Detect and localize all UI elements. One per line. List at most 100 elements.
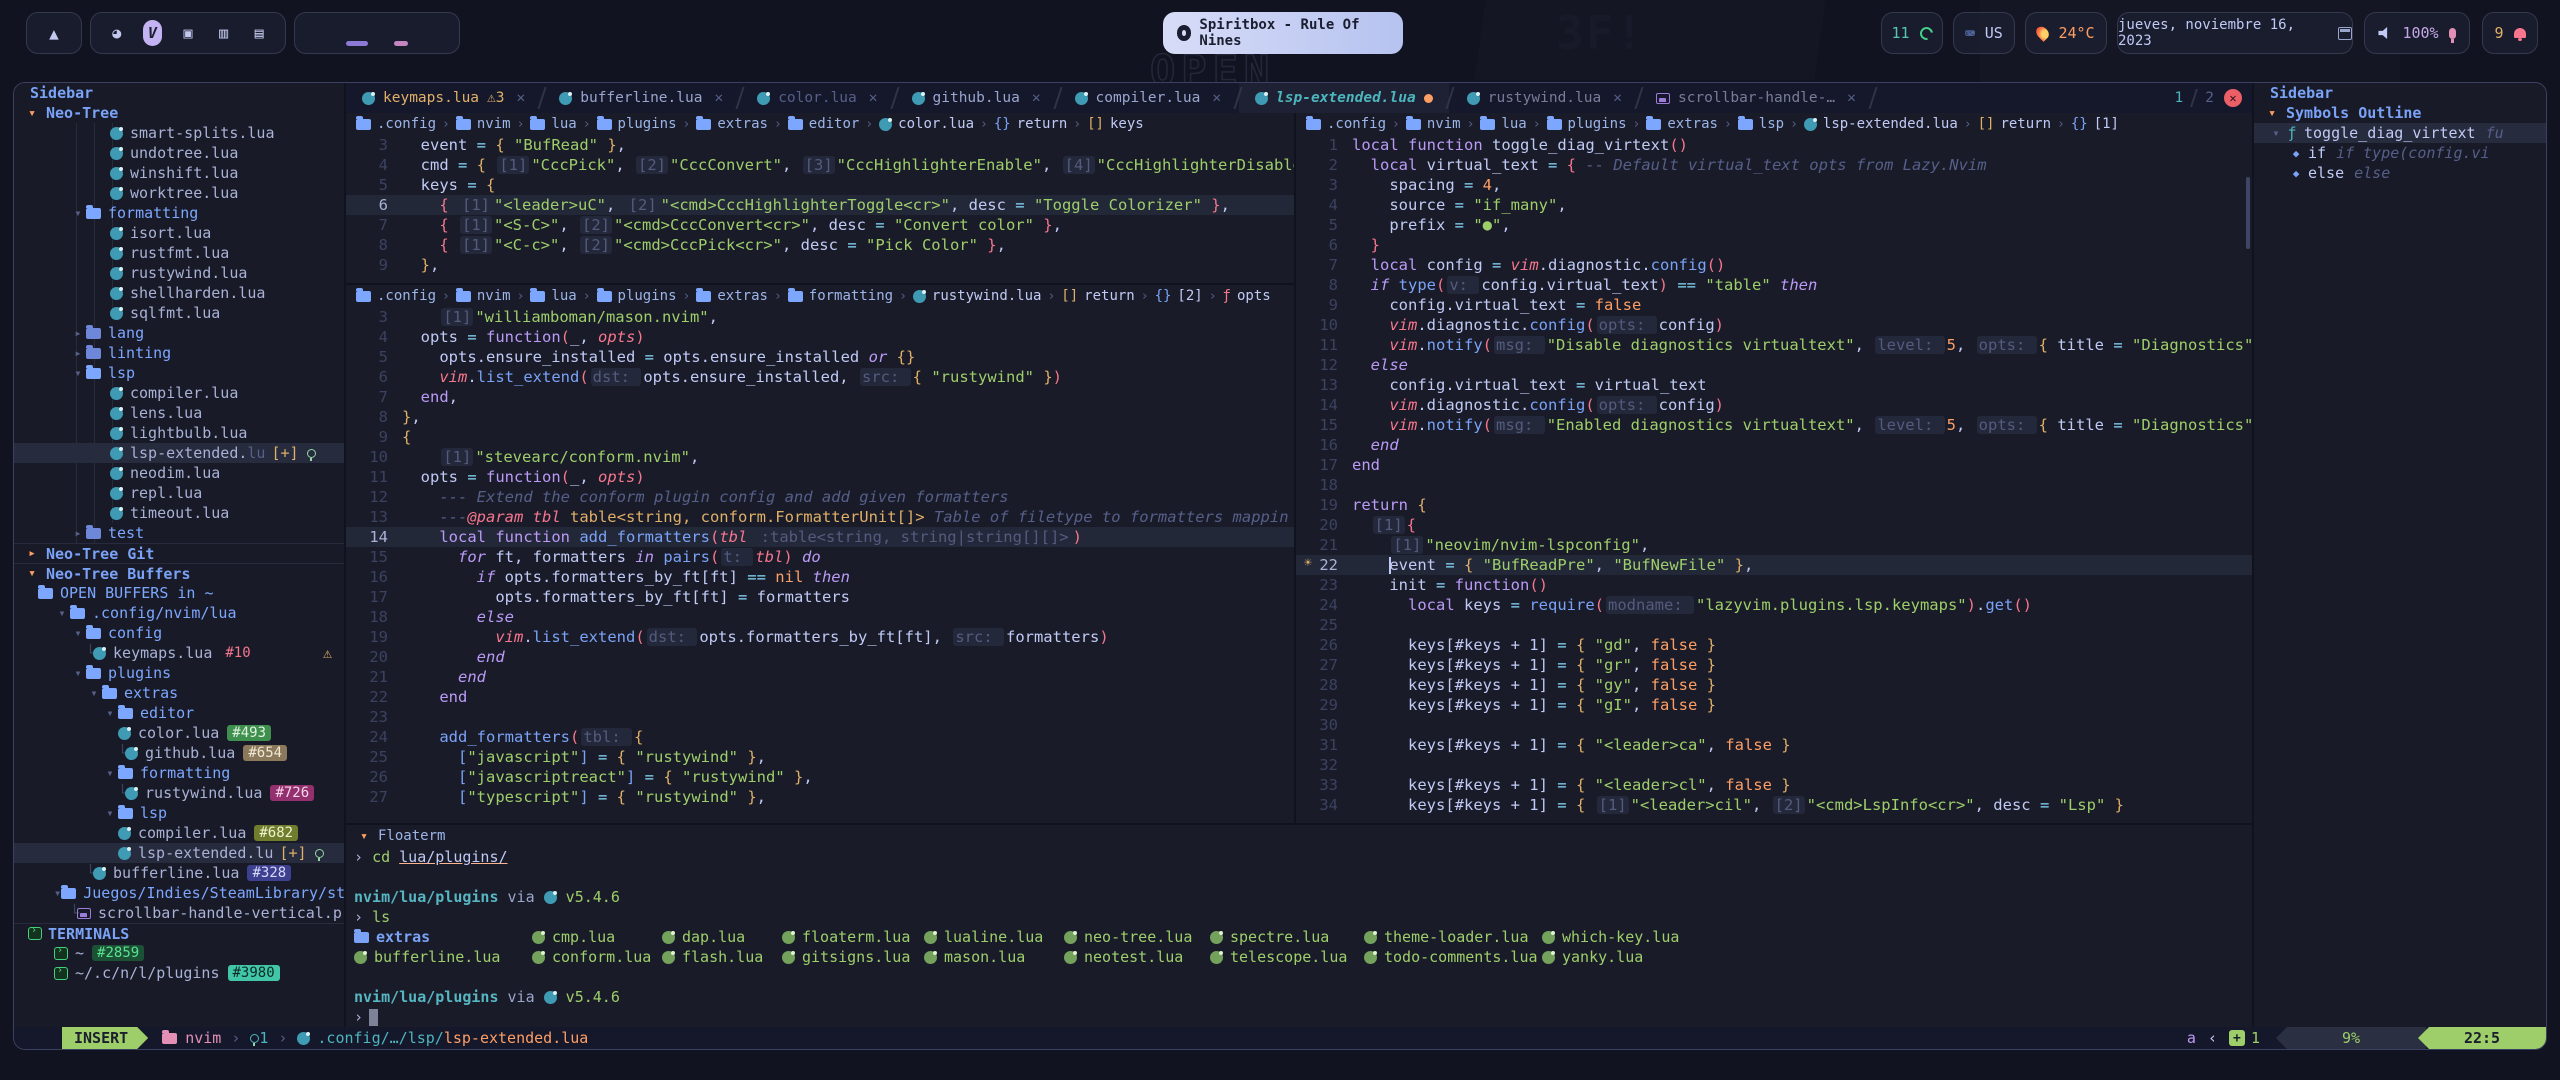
terminal-row[interactable]: › ls <box>346 907 2252 927</box>
tree-item-rustfmt-lua[interactable]: rustfmt.lua <box>14 243 344 263</box>
tree-item-timeout-lua[interactable]: timeout.lua <box>14 503 344 523</box>
tree-item-rustywind-lua[interactable]: rustywind.lua <box>14 263 344 283</box>
ls-entry-telescope-lua[interactable]: telescope.lua <box>1210 948 1364 966</box>
tree-item-sqlfmt-lua[interactable]: sqlfmt.lua <box>14 303 344 323</box>
ls-entry-which-key-lua[interactable]: which-key.lua <box>1542 928 1692 946</box>
buffer-item-plugins[interactable]: ▾plugins <box>14 663 344 683</box>
ls-entry-cmp-lua[interactable]: cmp.lua <box>532 928 662 946</box>
ls-entry-bufferline-lua[interactable]: bufferline.lua <box>354 948 532 966</box>
tree-item-isort-lua[interactable]: isort.lua <box>14 223 344 243</box>
tree-item-repl-lua[interactable]: repl.lua <box>14 483 344 503</box>
section-symbols-outline[interactable]: ▾Symbols Outline <box>2254 103 2546 123</box>
tree-item-worktree-lua[interactable]: worktree.lua <box>14 183 344 203</box>
buffer-item-editor[interactable]: ▾editor <box>14 703 344 723</box>
code-area[interactable]: 3 [1]"williamboman/mason.nvim",4 opts = … <box>346 307 1294 807</box>
tree-item-lsp-extended-[interactable]: lsp-extended.lu[+] <box>14 443 344 463</box>
ls-entry-yanky-lua[interactable]: yanky.lua <box>1542 948 1692 966</box>
app-windows-icon[interactable]: ▥ <box>214 20 234 46</box>
code-area[interactable]: 3 event = { "BufRead" },4 cmd = { [1]"Cc… <box>346 135 1294 275</box>
buffer-item-scrollbar-handle-vertical-p[interactable]: └ scrollbar-handle-vertical.p <box>14 903 344 923</box>
updates-widget[interactable]: 11 <box>1881 12 1943 54</box>
ls-entry-extras[interactable]: extras <box>354 928 532 946</box>
ls-entry-conform-lua[interactable]: conform.lua <box>532 948 662 966</box>
tab-bufferline-lua[interactable]: bufferline.lua✕ <box>543 83 739 113</box>
music-widget[interactable]: Spiritbox - Rule Of Nines <box>1163 12 1403 54</box>
scrollbar-thumb[interactable] <box>2246 177 2250 249</box>
code-area[interactable]: 1local function toggle_diag_virtext()2 l… <box>1296 135 2252 815</box>
ls-entry-flash-lua[interactable]: flash.lua <box>662 948 782 966</box>
buffer-item-color-lua[interactable]: color.lua#493 <box>14 723 344 743</box>
tab-github-lua[interactable]: github.lua✕ <box>896 83 1057 113</box>
tree-item-formatting[interactable]: ▾formatting <box>14 203 344 223</box>
ls-entry-theme-loader-lua[interactable]: theme-loader.lua <box>1364 928 1542 946</box>
terminal-row[interactable]: › cd lua/plugins/ <box>346 847 2252 867</box>
buffer-item-juegos-indies-steamlibrary-st[interactable]: ▾Juegos/Indies/SteamLibrary/st <box>14 883 344 903</box>
app-neovim-icon[interactable]: V <box>143 20 163 46</box>
ls-entry-floaterm-lua[interactable]: floaterm.lua <box>782 928 924 946</box>
tree-item-lightbulb-lua[interactable]: lightbulb.lua <box>14 423 344 443</box>
tree-item-smart-splits-lua[interactable]: smart-splits.lua <box>14 123 344 143</box>
tree-item-linting[interactable]: ▸linting <box>14 343 344 363</box>
section-terminals[interactable]: TERMINALS <box>14 923 344 943</box>
tree-item-test[interactable]: ▸test <box>14 523 344 543</box>
ls-entry-neotest-lua[interactable]: neotest.lua <box>1064 948 1210 966</box>
ls-entry-dap-lua[interactable]: dap.lua <box>662 928 782 946</box>
workspace-indicator[interactable] <box>294 12 460 54</box>
buffer-item--config-nvim-lua[interactable]: ▾.config/nvim/lua <box>14 603 344 623</box>
floaterm-titlebar[interactable]: ▾Floaterm <box>346 825 2252 847</box>
tab-scrollbar-handle-[interactable]: scrollbar-handle-…✕ <box>1640 83 1872 113</box>
ls-entry-spectre-lua[interactable]: spectre.lua <box>1210 928 1364 946</box>
ls-entry-neo-tree-lua[interactable]: neo-tree.lua <box>1064 928 1210 946</box>
tree-item-winshift-lua[interactable]: winshift.lua <box>14 163 344 183</box>
tree-item-lang[interactable]: ▸lang <box>14 323 344 343</box>
terminal-item[interactable]: ~/.c/n/l/plugins#3980 <box>14 963 344 983</box>
section-neo-tree[interactable]: ▾Neo-Tree <box>14 103 344 123</box>
editor-window-color[interactable]: .config›nvim›lua›plugins›extras›editor›c… <box>346 113 1294 283</box>
outline-item-if[interactable]: ◆ifif type(config.vi <box>2254 143 2546 163</box>
ls-entry-lualine-lua[interactable]: lualine.lua <box>924 928 1064 946</box>
tab-keymaps-lua[interactable]: keymaps.lua⚠3✕ <box>346 83 541 113</box>
editor-window-lsp-extended[interactable]: .config›nvim›lua›plugins›extras›lsp›lsp-… <box>1296 113 2252 823</box>
editor-window-rustywind[interactable]: .config›nvim›lua›plugins›extras›formatti… <box>346 285 1294 823</box>
tree-item-compiler-lua[interactable]: compiler.lua <box>14 383 344 403</box>
tree-item-undotree-lua[interactable]: undotree.lua <box>14 143 344 163</box>
outline-item-toggle_diag_virtext[interactable]: ▾ƒtoggle_diag_virtextfu <box>2254 123 2546 143</box>
volume-widget[interactable]: 100% <box>2364 12 2470 54</box>
buffer-item-lsp-extended-lu[interactable]: lsp-extended.lu[+] <box>14 843 344 863</box>
ls-entry-todo-comments-lua[interactable]: todo-comments.lua <box>1364 948 1542 966</box>
app-firefox-icon[interactable]: ◕ <box>107 20 127 46</box>
terminal-row[interactable]: › <box>346 1007 2252 1027</box>
launcher-button[interactable]: ▲ <box>26 12 82 54</box>
section-neo-tree-buffers[interactable]: ▾Neo-Tree Buffers <box>14 563 344 583</box>
tab-lsp-extended-lua[interactable]: lsp-extended.lua <box>1239 83 1449 113</box>
tab-rustywind-lua[interactable]: rustywind.lua✕ <box>1451 83 1638 113</box>
tabline-close-button[interactable]: ✕ <box>2224 89 2242 107</box>
weather-widget[interactable]: 24°C <box>2025 12 2107 54</box>
tab-compiler-lua[interactable]: compiler.lua✕ <box>1059 83 1238 113</box>
buffer-item-extras[interactable]: ▾extras <box>14 683 344 703</box>
app-gamepad-icon[interactable]: ▣ <box>178 20 198 46</box>
buffer-item-lsp[interactable]: ▾lsp <box>14 803 344 823</box>
tab-color-lua[interactable]: color.lua✕ <box>741 83 893 113</box>
clock-widget[interactable]: jueves, noviembre 16, 2023 <box>2117 12 2353 54</box>
app-document-icon[interactable]: ▤ <box>249 20 269 46</box>
buffer-item-rustywind-lua[interactable]: └ rustywind.lua#726 <box>14 783 344 803</box>
buffer-item-keymaps-lua[interactable]: └ keymaps.lua#10⚠ <box>14 643 344 663</box>
ls-entry-mason-lua[interactable]: mason.lua <box>924 948 1064 966</box>
tree-item-lens-lua[interactable]: lens.lua <box>14 403 344 423</box>
buffer-item-compiler-lua[interactable]: compiler.lua#682 <box>14 823 344 843</box>
ls-entry-gitsigns-lua[interactable]: gitsigns.lua <box>782 948 924 966</box>
tree-item-shellharden-lua[interactable]: shellharden.lua <box>14 283 344 303</box>
outline-item-else[interactable]: ◆elseelse <box>2254 163 2546 183</box>
notifications-widget[interactable]: 9 <box>2482 12 2538 54</box>
section-neo-tree-git[interactable]: ▸Neo-Tree Git <box>14 543 344 563</box>
terminal-item[interactable]: ~#2859 <box>14 943 344 963</box>
tree-item-neodim-lua[interactable]: neodim.lua <box>14 463 344 483</box>
buffer-item-open-buffers-in-[interactable]: OPEN BUFFERS in ~ <box>14 583 344 603</box>
buffer-item-github-lua[interactable]: └ github.lua#654 <box>14 743 344 763</box>
buffer-item-config[interactable]: ▾config <box>14 623 344 643</box>
keyboard-layout-widget[interactable]: ⌨ US <box>1953 12 2015 54</box>
tree-item-lsp[interactable]: ▾lsp <box>14 363 344 383</box>
buffer-item-formatting[interactable]: ▾formatting <box>14 763 344 783</box>
buffer-item-bufferline-lua[interactable]: └ bufferline.lua#328 <box>14 863 344 883</box>
